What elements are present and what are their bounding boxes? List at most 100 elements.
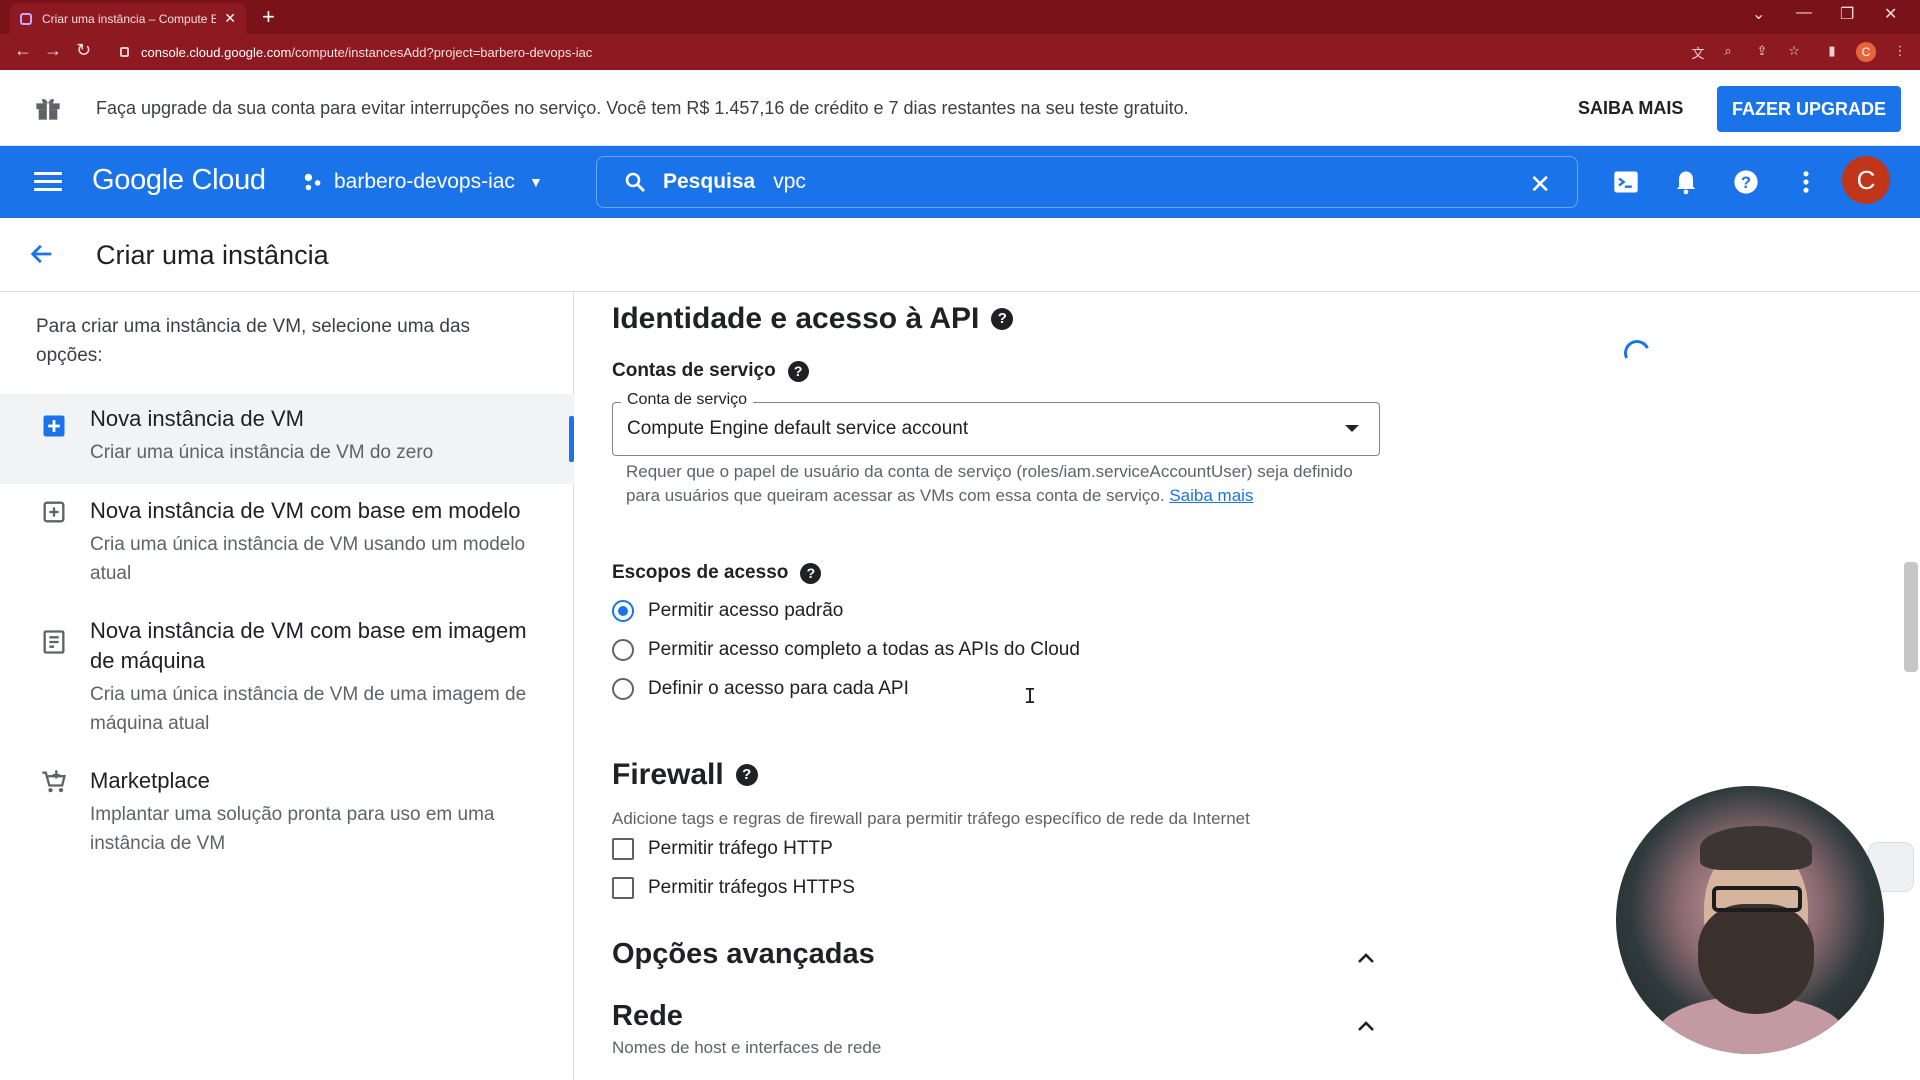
option-subtitle: Implantar uma solução pronta para uso em… <box>90 804 495 854</box>
scope-full-access-radio[interactable]: Permitir acesso completo a todas as APIs… <box>612 639 1080 661</box>
help-icon[interactable]: ? <box>800 562 822 584</box>
restore-icon[interactable]: ❐ <box>1840 4 1854 24</box>
creation-options-panel: Para criar uma instância de VM, selecion… <box>0 292 574 1080</box>
browser-tab-strip: Criar uma instância – Compute E ✕ + ⌄ — … <box>0 0 1920 34</box>
share-icon[interactable]: ⇪ <box>1754 43 1770 59</box>
browser-menu-icon[interactable]: ⋮ <box>1892 43 1908 59</box>
advanced-options-heading[interactable]: Opções avançadas <box>612 938 875 971</box>
help-icon[interactable]: ? <box>1732 168 1760 196</box>
option-title: Nova instância de VM <box>90 406 304 431</box>
presenter-hair <box>1700 826 1812 870</box>
translate-icon[interactable]: 文 <box>1690 43 1706 61</box>
tab-close-icon[interactable]: ✕ <box>224 10 236 27</box>
gift-icon <box>36 98 60 120</box>
checkbox-box <box>612 838 634 860</box>
cloud-shell-icon[interactable] <box>1612 168 1640 196</box>
search-label: Pesquisa <box>663 170 756 193</box>
network-description: Nomes de host e interfaces de rede <box>612 1038 882 1057</box>
option-subtitle: Criar uma única instância de VM do zero <box>90 442 434 463</box>
more-options-icon[interactable] <box>1792 168 1820 196</box>
network-heading[interactable]: Rede <box>612 1000 683 1033</box>
scrollbar-thumb[interactable] <box>1904 562 1918 672</box>
browser-tab-active[interactable]: Criar uma instância – Compute E ✕ <box>10 3 246 34</box>
minimize-icon[interactable]: — <box>1796 4 1812 22</box>
firewall-description: Adicione tags e regras de firewall para … <box>612 809 1250 828</box>
clear-search-icon[interactable]: ✕ <box>1529 169 1551 200</box>
scope-per-api-radio[interactable]: Definir o acesso para cada API <box>612 678 909 700</box>
back-nav-icon[interactable]: ← <box>14 40 32 61</box>
search-bar[interactable]: Pesquisa vpc ✕ <box>596 156 1578 208</box>
service-account-select[interactable]: Conta de serviço Compute Engine default … <box>612 391 1380 456</box>
project-picker[interactable]: barbero-devops-iac ▼ <box>302 170 543 194</box>
help-icon[interactable]: ? <box>735 764 758 786</box>
access-scopes-text: Escopos de acesso <box>612 562 789 583</box>
presenter-beard <box>1698 904 1814 1014</box>
machine-image-icon <box>43 630 65 654</box>
option-subtitle: Cria uma única instância de VM usando um… <box>90 534 526 584</box>
project-icon <box>304 173 321 191</box>
chevron-up-icon[interactable] <box>1354 1014 1378 1038</box>
service-account-value: Compute Engine default service account <box>627 418 969 439</box>
tab-title: Criar uma instância – Compute E <box>42 11 217 26</box>
scope-default-radio[interactable]: Permitir acesso padrão <box>612 600 843 622</box>
option-vm-from-machine-image[interactable]: Nova instância de VM com base em imagem … <box>0 616 574 746</box>
dropdown-arrow-icon <box>1345 425 1359 432</box>
bookmark-star-icon[interactable]: ☆ <box>1786 43 1802 59</box>
project-name: barbero-devops-iac <box>334 170 515 193</box>
upgrade-button[interactable]: FAZER UPGRADE <box>1717 86 1901 132</box>
lock-icon <box>120 47 129 57</box>
radio-unselected-icon <box>612 639 634 661</box>
url-path: /compute/instancesAdd?project=barbero-de… <box>291 44 593 60</box>
back-arrow-icon[interactable] <box>28 240 56 268</box>
allow-https-checkbox[interactable]: Permitir tráfegos HTTPS <box>612 877 855 899</box>
url-host: console.cloud.google.com <box>141 44 292 60</box>
add-template-icon <box>43 501 65 523</box>
svg-text:?: ? <box>1741 174 1751 192</box>
service-account-field-label: Conta de serviço <box>621 391 754 409</box>
google-cloud-logo[interactable]: Google Cloud <box>92 164 266 197</box>
option-marketplace[interactable]: Marketplace Implantar uma solução pronta… <box>0 766 574 866</box>
allow-http-checkbox[interactable]: Permitir tráfego HTTP <box>612 838 833 860</box>
page-title: Criar uma instância <box>96 240 329 270</box>
radio-label: Permitir acesso completo a todas as APIs… <box>648 639 1080 660</box>
main-menu-icon[interactable] <box>34 172 62 192</box>
tab-favicon-icon <box>20 12 32 25</box>
service-accounts-text: Contas de serviço <box>612 360 776 381</box>
page-title-bar: Criar uma instância <box>0 218 1920 292</box>
trial-banner: Faça upgrade da sua conta para evitar in… <box>0 70 1920 146</box>
search-input[interactable]: vpc <box>773 170 1473 194</box>
service-account-hint: Requer que o papel de usuário da conta d… <box>626 460 1356 508</box>
notifications-bell-icon[interactable] <box>1672 168 1700 196</box>
option-vm-from-template[interactable]: Nova instância de VM com base em modelo … <box>0 496 574 596</box>
checkbox-box <box>612 877 634 899</box>
option-title: Marketplace <box>90 768 210 793</box>
radio-selected-icon <box>612 600 634 622</box>
identity-section-heading: Identidade e acesso à API ? <box>612 302 1014 336</box>
checkbox-label: Permitir tráfego HTTP <box>648 838 833 859</box>
address-bar[interactable]: console.cloud.google.com /compute/instan… <box>112 39 1672 65</box>
account-avatar[interactable]: C <box>1842 156 1890 204</box>
cart-icon <box>42 770 66 793</box>
learn-more-hint-link[interactable]: Saiba mais <box>1169 486 1253 505</box>
trial-banner-text: Faça upgrade da sua conta para evitar in… <box>96 98 1189 118</box>
help-icon[interactable]: ? <box>787 360 809 382</box>
close-window-icon[interactable]: ✕ <box>1884 4 1897 24</box>
new-tab-button[interactable]: + <box>262 4 275 30</box>
chevron-up-icon[interactable] <box>1354 946 1378 970</box>
tab-search-icon[interactable]: ⌄ <box>1752 4 1765 24</box>
option-new-vm[interactable]: Nova instância de VM Criar uma única ins… <box>0 394 574 484</box>
reload-icon[interactable]: ↻ <box>76 40 91 61</box>
sidepanel-icon[interactable]: ▮ <box>1824 43 1840 59</box>
forward-nav-icon[interactable]: → <box>44 40 62 61</box>
access-scopes-label: Escopos de acesso ? <box>612 562 822 584</box>
option-title: Nova instância de VM com base em modelo <box>90 498 521 523</box>
checkbox-label: Permitir tráfegos HTTPS <box>648 877 855 898</box>
option-subtitle: Cria uma única instância de VM de uma im… <box>90 684 527 734</box>
console-header: Google Cloud barbero-devops-iac ▼ Pesqui… <box>0 146 1920 218</box>
service-accounts-label: Contas de serviço ? <box>612 360 809 382</box>
help-icon[interactable]: ? <box>991 308 1014 330</box>
zoom-icon[interactable]: ⌕ <box>1720 43 1736 59</box>
learn-more-link[interactable]: SAIBA MAIS <box>1578 98 1683 119</box>
browser-profile-avatar[interactable]: C <box>1856 42 1876 62</box>
radio-label: Permitir acesso padrão <box>648 600 844 621</box>
